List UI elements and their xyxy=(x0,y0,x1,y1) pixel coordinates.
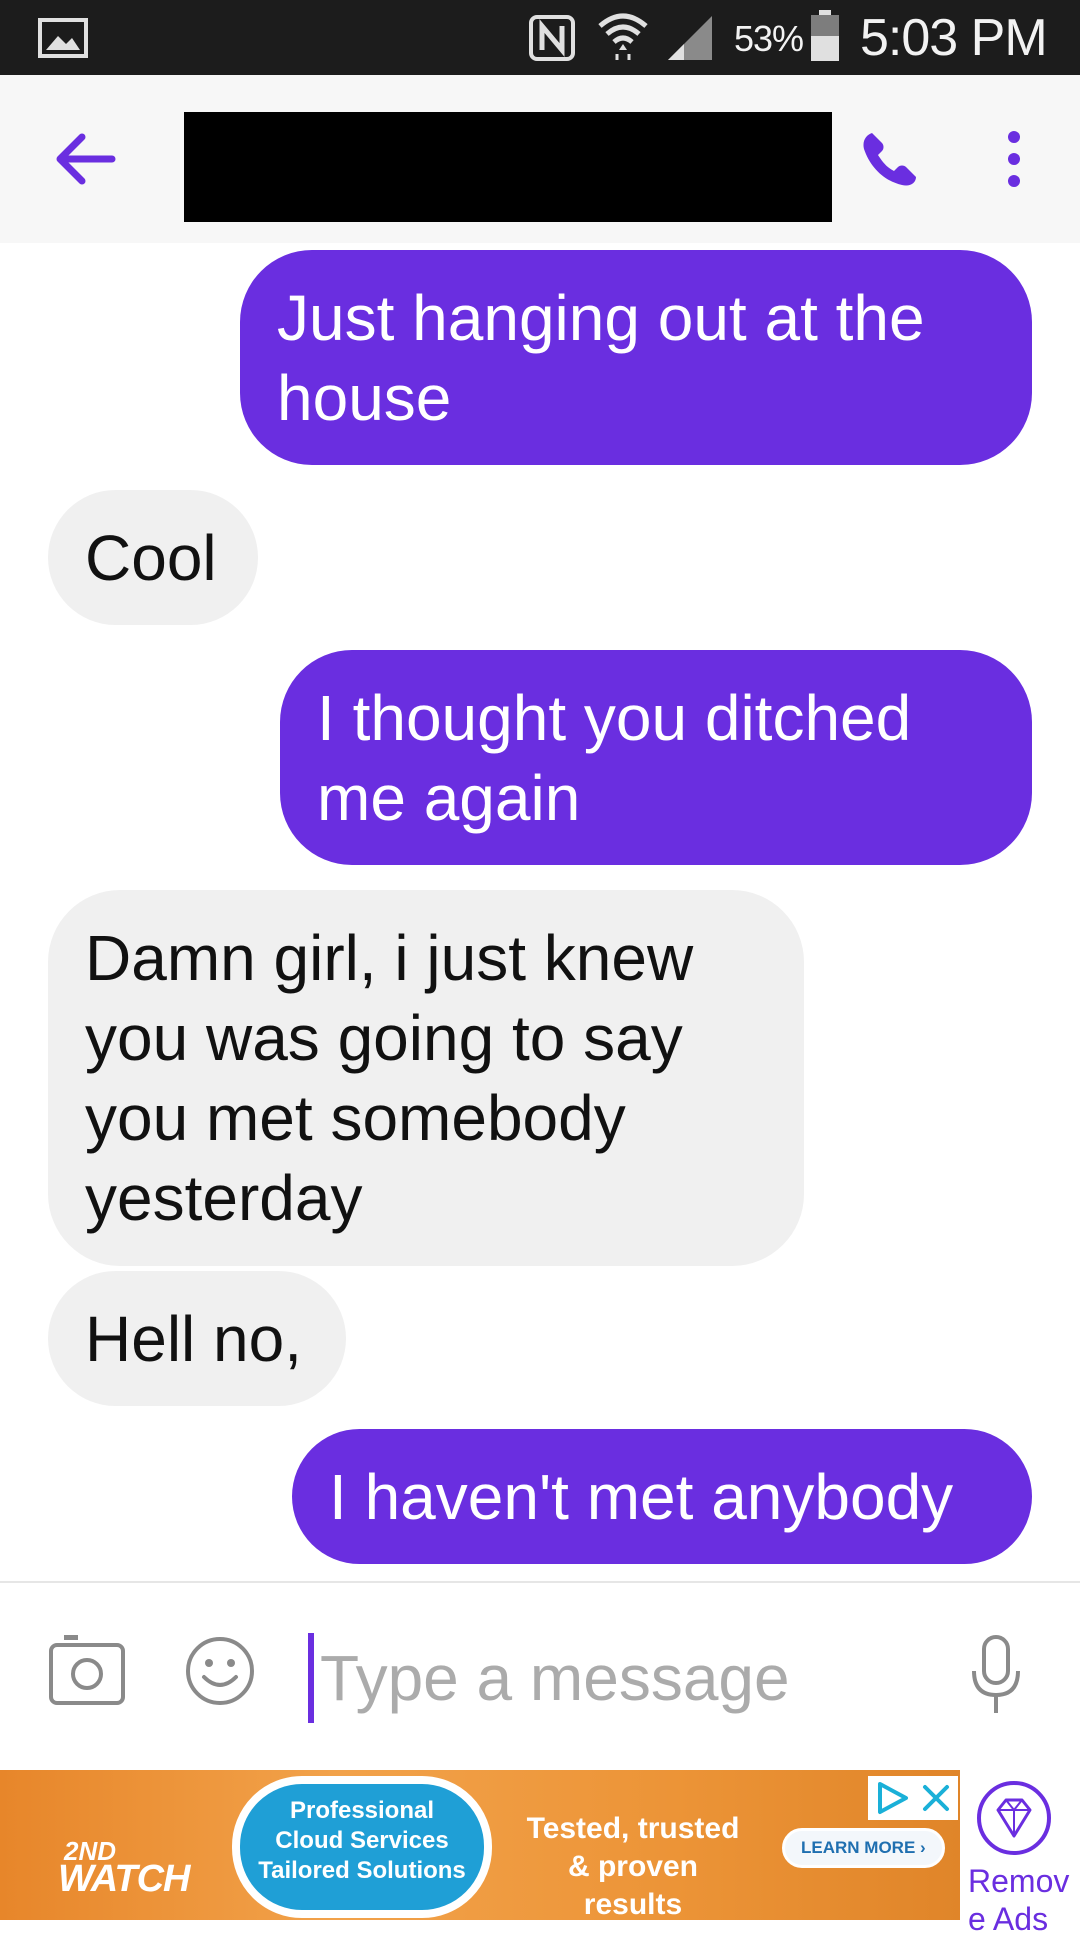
back-arrow-icon[interactable] xyxy=(50,127,118,191)
wifi-icon xyxy=(598,13,648,60)
emoji-icon[interactable] xyxy=(184,1635,256,1707)
incoming-message[interactable]: Hell no, xyxy=(48,1271,346,1406)
incoming-message[interactable]: Cool xyxy=(48,490,258,625)
ad-cloud-line: Tailored Solutions xyxy=(258,1857,466,1884)
battery-icon xyxy=(811,10,839,61)
status-bar: 53% 5:03 PM xyxy=(0,0,1080,75)
ad-cloud-line: Professional xyxy=(289,1797,435,1824)
ad-tagline: Tested, trusted & proven results xyxy=(518,1810,748,1920)
ad-learn-more-label: LEARN MORE xyxy=(801,1838,916,1857)
ad-brand: WATCH xyxy=(58,1858,190,1900)
contact-name xyxy=(184,112,832,222)
remove-ads-button[interactable]: Remove Ads xyxy=(960,1770,1080,1937)
diamond-icon xyxy=(977,1781,1051,1855)
camera-icon[interactable] xyxy=(48,1633,126,1709)
ad-tagline-line: & proven results xyxy=(567,1850,699,1920)
ad-tagline-line: Tested, trusted xyxy=(526,1812,740,1845)
phone-icon[interactable] xyxy=(858,127,922,191)
remove-ads-label: Remove Ads xyxy=(968,1863,1070,1937)
gallery-icon xyxy=(38,18,88,58)
ad-cloud-badge: Professional Cloud Services Tailored Sol… xyxy=(232,1776,492,1918)
ad-choices xyxy=(868,1776,958,1820)
message-input[interactable] xyxy=(308,1633,928,1723)
ad-choices-icon[interactable] xyxy=(874,1780,910,1816)
ad-cloud-line: Cloud Services xyxy=(275,1827,449,1854)
outgoing-message[interactable]: I haven't met anybody xyxy=(292,1429,1032,1564)
clock: 5:03 PM xyxy=(860,9,1048,67)
outgoing-message[interactable]: Just hanging out at the house xyxy=(240,250,1032,465)
more-vert-icon[interactable] xyxy=(996,127,1032,191)
nfc-icon xyxy=(529,15,575,61)
message-list[interactable]: Just hanging out at the house Cool I tho… xyxy=(0,243,1080,1581)
outgoing-message[interactable]: I thought you ditched me again xyxy=(280,650,1032,865)
ad-learn-more-button[interactable]: LEARN MORE › xyxy=(782,1828,945,1868)
message-composer xyxy=(0,1581,1080,1770)
signal-icon xyxy=(668,16,712,60)
incoming-message[interactable]: Damn girl, i just knew you was going to … xyxy=(48,890,804,1266)
microphone-icon[interactable] xyxy=(970,1633,1022,1717)
ad-banner[interactable]: 2ND WATCH Professional Cloud Services Ta… xyxy=(0,1770,960,1920)
conversation-header xyxy=(0,75,1080,243)
battery-percent: 53% xyxy=(734,18,804,59)
close-icon[interactable] xyxy=(920,1782,952,1814)
